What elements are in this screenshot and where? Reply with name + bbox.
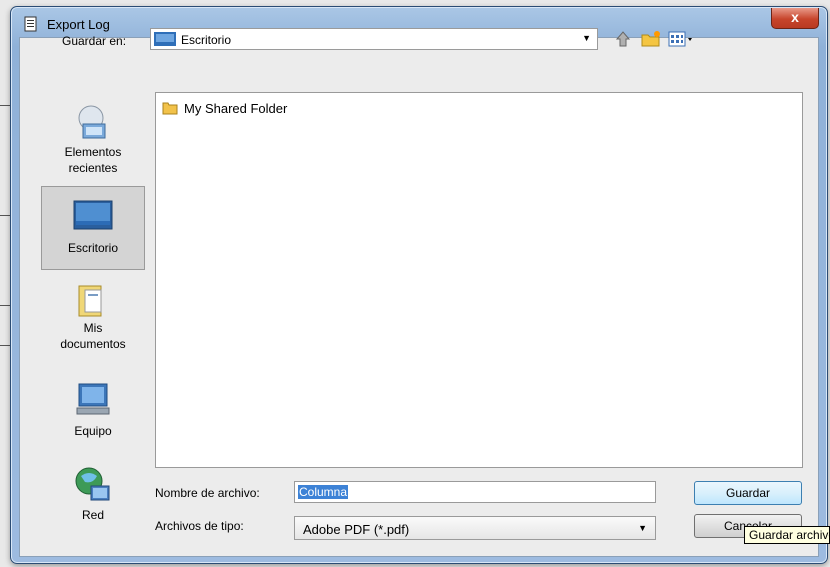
file-type-select[interactable]: Adobe PDF (*.pdf) ▼ [294, 516, 656, 540]
documents-icon [78, 285, 102, 317]
places-bar: Elementos recientes Escritorio Mis docum… [41, 90, 145, 565]
place-documents[interactable]: Mis documentos [41, 280, 145, 360]
window-title: Export Log [47, 17, 110, 32]
place-network[interactable]: Red [41, 466, 145, 532]
place-label: Mis documentos [60, 321, 126, 351]
look-in-label: Guardar en: [62, 34, 127, 48]
desktop-icon [73, 200, 113, 230]
file-type-value: Adobe PDF (*.pdf) [303, 522, 410, 537]
place-desktop[interactable]: Escritorio [41, 186, 145, 270]
chevron-down-icon[interactable]: ▼ [582, 33, 591, 43]
place-label: Escritorio [67, 241, 118, 255]
place-computer[interactable]: Equipo [41, 380, 145, 446]
chevron-down-icon[interactable]: ▼ [638, 523, 647, 533]
view-menu-icon[interactable] [668, 30, 694, 48]
desktop-icon [154, 32, 176, 46]
close-button[interactable]: x [771, 8, 819, 29]
computer-icon [76, 383, 110, 415]
file-name-input[interactable] [294, 481, 656, 503]
network-icon [75, 467, 110, 501]
file-name-value: Columna [298, 485, 349, 499]
look-in-combo[interactable]: Escritorio ▼ [150, 28, 598, 50]
new-folder-icon[interactable] [641, 30, 661, 48]
place-label: Equipo [74, 424, 112, 438]
place-recent-items[interactable]: Elementos recientes [41, 102, 145, 186]
place-label: Red [81, 508, 104, 522]
save-button[interactable]: Guardar [694, 481, 802, 505]
place-label: Elementos recientes [64, 145, 122, 175]
save-tooltip: Guardar archivo [744, 526, 830, 544]
file-list[interactable]: My Shared Folder [155, 92, 803, 468]
look-in-value: Escritorio [181, 33, 232, 47]
log-document-icon [24, 16, 37, 32]
file-name-label: Nombre de archivo: [155, 486, 260, 500]
file-name: My Shared Folder [184, 101, 288, 116]
file-type-label: Archivos de tipo: [155, 519, 244, 533]
folder-icon [162, 102, 178, 115]
recent-items-icon [78, 105, 106, 139]
up-folder-icon[interactable] [616, 30, 636, 48]
